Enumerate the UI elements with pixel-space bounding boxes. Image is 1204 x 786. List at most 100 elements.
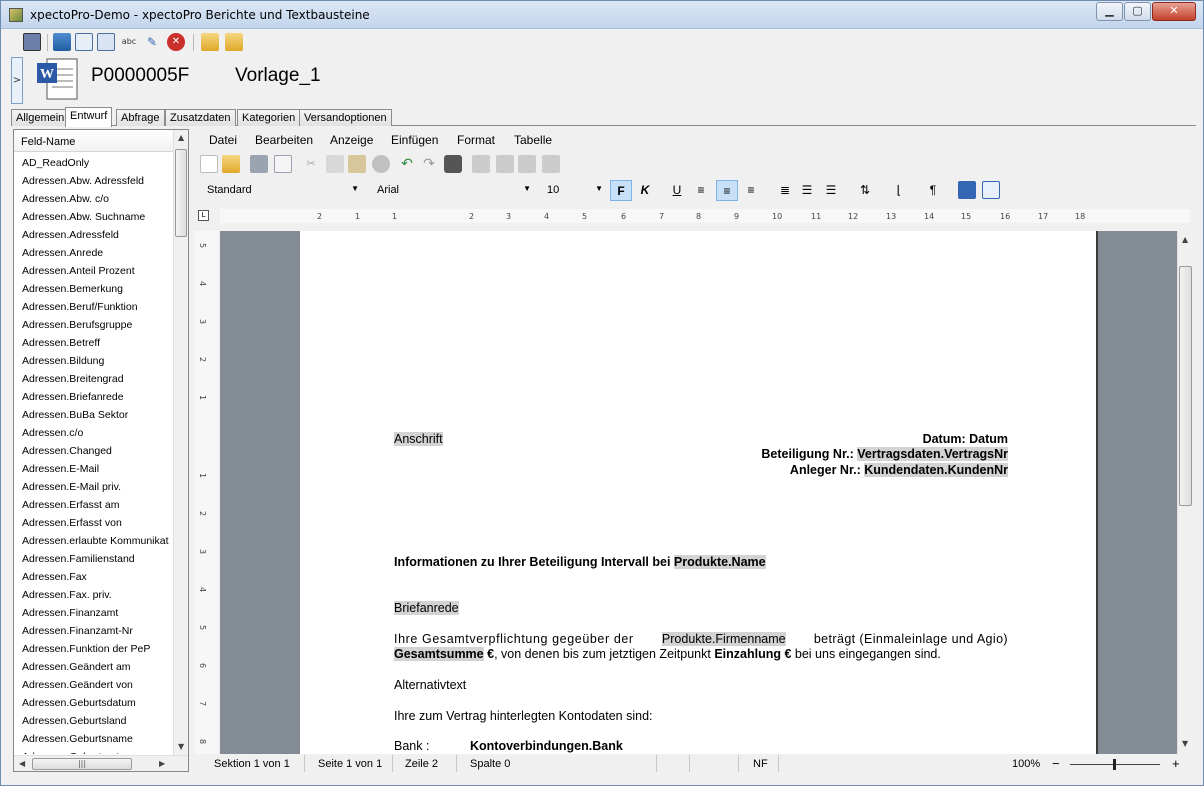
align-left-icon[interactable]: ≡ — [690, 180, 712, 201]
field-anschrift[interactable]: Anschrift — [394, 432, 443, 446]
underline-button[interactable]: U — [666, 180, 688, 201]
field-list-item[interactable]: Adressen.Betreff — [14, 334, 173, 352]
cut-icon[interactable]: ✂ — [302, 155, 320, 173]
zoom-in-button[interactable]: + — [1172, 756, 1180, 771]
undo-icon[interactable]: ↶ — [398, 155, 416, 173]
field-list-item[interactable]: Adressen.Fax — [14, 568, 173, 586]
tab-entwurf[interactable]: Entwurf — [65, 107, 113, 127]
scroll-up-arrow-icon[interactable]: ▲ — [178, 133, 184, 142]
delete-text-icon[interactable] — [372, 155, 390, 173]
menu-format[interactable]: Format — [457, 133, 495, 147]
field-list-item[interactable]: AD_ReadOnly — [14, 154, 173, 172]
document-vertical-scrollbar[interactable]: ▲ ▼ — [1177, 231, 1193, 754]
field-list-item[interactable]: Adressen.Fax. priv. — [14, 586, 173, 604]
font-select[interactable]: Arial ▼ — [372, 180, 534, 201]
italic-button[interactable]: K — [634, 180, 656, 201]
export-icon[interactable] — [75, 33, 93, 51]
spellcheck-icon[interactable]: abc — [120, 33, 138, 51]
field-list-item[interactable]: Adressen.Funktion der PeP — [14, 640, 173, 658]
field-list-vertical-scrollbar[interactable]: ▲ ▼ — [173, 130, 188, 755]
redo-icon[interactable]: ↷ — [420, 155, 438, 173]
align-center-icon[interactable]: ≡ — [740, 180, 762, 201]
field-list-item[interactable]: Adressen.E-Mail — [14, 460, 173, 478]
field-list-item[interactable]: Adressen.Finanzamt — [14, 604, 173, 622]
new-document-icon[interactable] — [200, 155, 218, 173]
field-list-item[interactable]: Adressen.BuBa Sektor — [14, 406, 173, 424]
field-firmenname[interactable]: Produkte.Firmenname — [661, 632, 786, 646]
field-list-item[interactable]: Adressen.Erfasst von — [14, 514, 173, 532]
justify-icon[interactable]: ≣ — [774, 180, 796, 201]
page-layout-icon[interactable] — [982, 181, 1000, 199]
folder-open-icon[interactable] — [201, 33, 219, 51]
preview-icon[interactable] — [97, 33, 115, 51]
field-list-item[interactable]: Adressen.Geburtsland — [14, 712, 173, 730]
paste-icon[interactable] — [348, 155, 366, 173]
field-list-item[interactable]: Adressen.Bildung — [14, 352, 173, 370]
scroll-down-arrow-icon[interactable]: ▼ — [1182, 739, 1188, 748]
menu-datei[interactable]: Datei — [209, 133, 237, 147]
tab-versandoptionen[interactable]: Versandoptionen — [299, 109, 392, 126]
field-list-item[interactable]: Adressen.Geburtsdatum — [14, 694, 173, 712]
field-gesamtsumme[interactable]: Gesamtsumme — [394, 647, 484, 661]
zoom-out-button[interactable]: − — [1052, 756, 1060, 771]
tools-icon[interactable]: ✎ — [143, 33, 161, 51]
copy-icon[interactable] — [326, 155, 344, 173]
tab-zusatzdaten[interactable]: Zusatzdaten — [165, 109, 236, 126]
numbered-list-icon[interactable]: ☰ — [796, 180, 818, 201]
line-spacing-icon[interactable]: ⇅ — [854, 180, 876, 201]
field-list-item[interactable]: Adressen.Changed — [14, 442, 173, 460]
field-list-item[interactable]: Adressen.Geburtsname — [14, 730, 173, 748]
menu-anzeige[interactable]: Anzeige — [330, 133, 373, 147]
field-list-item[interactable]: Adressen.Briefanrede — [14, 388, 173, 406]
folder-icon[interactable] — [225, 33, 243, 51]
field-list-item[interactable]: Adressen.Beruf/Funktion — [14, 298, 173, 316]
scrollbar-thumb[interactable] — [175, 149, 187, 237]
pilcrow-button[interactable]: ¶ — [922, 180, 944, 201]
find-icon[interactable] — [444, 155, 462, 173]
ruler-scale[interactable]: 2 1 1 2 3 4 5 6 7 8 9 10 11 12 13 14 15 16 17 18 — [220, 209, 1190, 223]
print-icon[interactable] — [250, 155, 268, 173]
field-list-item[interactable]: Adressen.Erfasst am — [14, 496, 173, 514]
maximize-button[interactable]: ▢ — [1124, 2, 1151, 21]
table-columns-icon[interactable] — [518, 155, 536, 173]
document-page[interactable]: Anschrift Datum: Datum Beteiligung Nr.: … — [300, 231, 1096, 754]
field-list-item[interactable]: Adressen.Abw. Adressfeld — [14, 172, 173, 190]
tab-type-selector[interactable]: L — [198, 210, 209, 221]
scroll-left-arrow-icon[interactable]: ◀ — [19, 759, 25, 768]
open-file-icon[interactable] — [222, 155, 240, 173]
field-briefanrede[interactable]: Briefanrede — [394, 601, 459, 615]
open-record-icon[interactable] — [53, 33, 71, 51]
field-list-item[interactable]: Adressen.Geburtsort — [14, 748, 173, 754]
tab-kategorien[interactable]: Kategorien — [237, 109, 301, 126]
delete-icon[interactable]: ✕ — [167, 33, 185, 51]
menu-bearbeiten[interactable]: Bearbeiten — [255, 133, 313, 147]
field-list-item[interactable]: Adressen.Berufsgruppe — [14, 316, 173, 334]
field-list-item[interactable]: Adressen.Familienstand — [14, 550, 173, 568]
bold-button[interactable]: F — [610, 180, 632, 201]
field-list-item[interactable]: Adressen.Abw. c/o — [14, 190, 173, 208]
align-right-icon[interactable]: ≡ — [716, 180, 738, 201]
field-column-header[interactable]: Feld-Name — [14, 130, 173, 152]
menu-tabelle[interactable]: Tabelle — [514, 133, 552, 147]
scrollbar-thumb[interactable]: ||| — [32, 758, 132, 770]
field-list-item[interactable]: Adressen.Abw. Suchname — [14, 208, 173, 226]
table-rows-icon[interactable] — [496, 155, 514, 173]
field-list-item[interactable]: Adressen.Geändert von — [14, 676, 173, 694]
field-list-item[interactable]: Adressen.Anrede — [14, 244, 173, 262]
field-list-item[interactable]: Adressen.c/o — [14, 424, 173, 442]
field-produkt-name[interactable]: Produkte.Name — [673, 555, 766, 569]
save-icon[interactable] — [23, 33, 41, 51]
bullet-list-icon[interactable]: ☰ — [820, 180, 842, 201]
side-panel-toggle[interactable]: > — [11, 57, 23, 104]
zoom-slider-handle[interactable] — [1113, 759, 1116, 770]
field-list-item[interactable]: Adressen.Anteil Prozent — [14, 262, 173, 280]
field-list-item[interactable]: Adressen.Finanzamt-Nr — [14, 622, 173, 640]
field-list-item[interactable]: Adressen.Adressfeld — [14, 226, 173, 244]
field-list-horizontal-scrollbar[interactable]: ◀ ||| ▶ — [14, 755, 188, 771]
field-vertragsnr[interactable]: Vertragsdaten.VertragsNr — [857, 447, 1008, 461]
table-delete-icon[interactable] — [542, 155, 560, 173]
scroll-right-arrow-icon[interactable]: ▶ — [159, 759, 165, 768]
print-preview-icon[interactable] — [274, 155, 292, 173]
minimize-button[interactable]: ▁ — [1096, 2, 1123, 21]
field-kundennr[interactable]: Kundendaten.KundenNr — [864, 463, 1008, 477]
